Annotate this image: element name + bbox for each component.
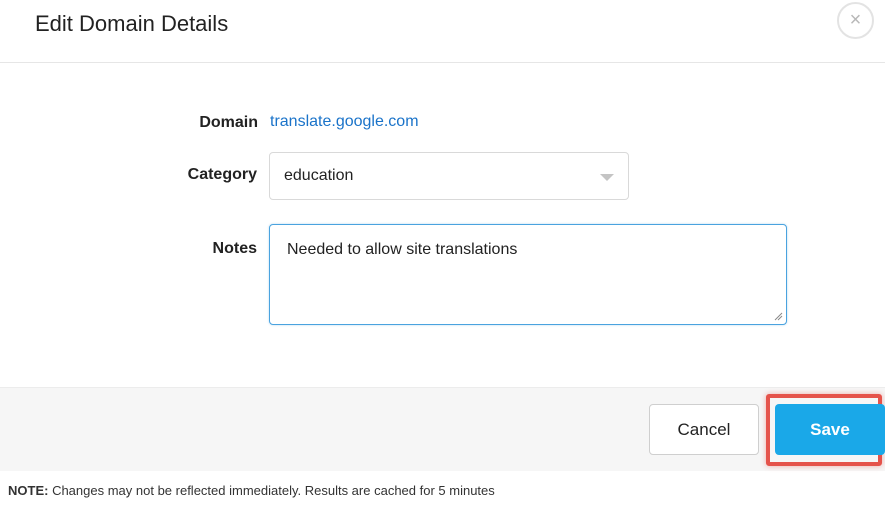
dialog-footer: Cancel Save — [0, 387, 885, 471]
note-text: Changes may not be reflected immediately… — [48, 483, 495, 498]
close-button[interactable]: × — [837, 2, 874, 39]
cancel-button[interactable]: Cancel — [649, 404, 759, 455]
category-select[interactable]: education — [269, 152, 629, 200]
resize-handle-icon[interactable] — [774, 312, 783, 321]
category-selected-value: education — [284, 167, 354, 184]
notes-text: Needed to allow site translations — [287, 241, 518, 258]
category-label: Category — [187, 166, 257, 183]
close-icon: × — [849, 9, 862, 31]
domain-label: Domain — [199, 114, 258, 131]
notes-textarea[interactable]: Needed to allow site translations — [269, 224, 787, 325]
domain-link[interactable]: translate.google.com — [270, 113, 419, 131]
cache-note: NOTE: Changes may not be reflected immed… — [8, 483, 495, 498]
save-button[interactable]: Save — [775, 404, 885, 455]
dialog-title: Edit Domain Details — [35, 11, 229, 36]
notes-label: Notes — [212, 240, 257, 257]
edit-domain-dialog: Edit Domain Details × Domain translate.g… — [0, 0, 885, 471]
chevron-down-icon — [600, 174, 614, 181]
note-prefix: NOTE: — [8, 483, 49, 498]
dialog-header: Edit Domain Details × — [0, 0, 885, 63]
